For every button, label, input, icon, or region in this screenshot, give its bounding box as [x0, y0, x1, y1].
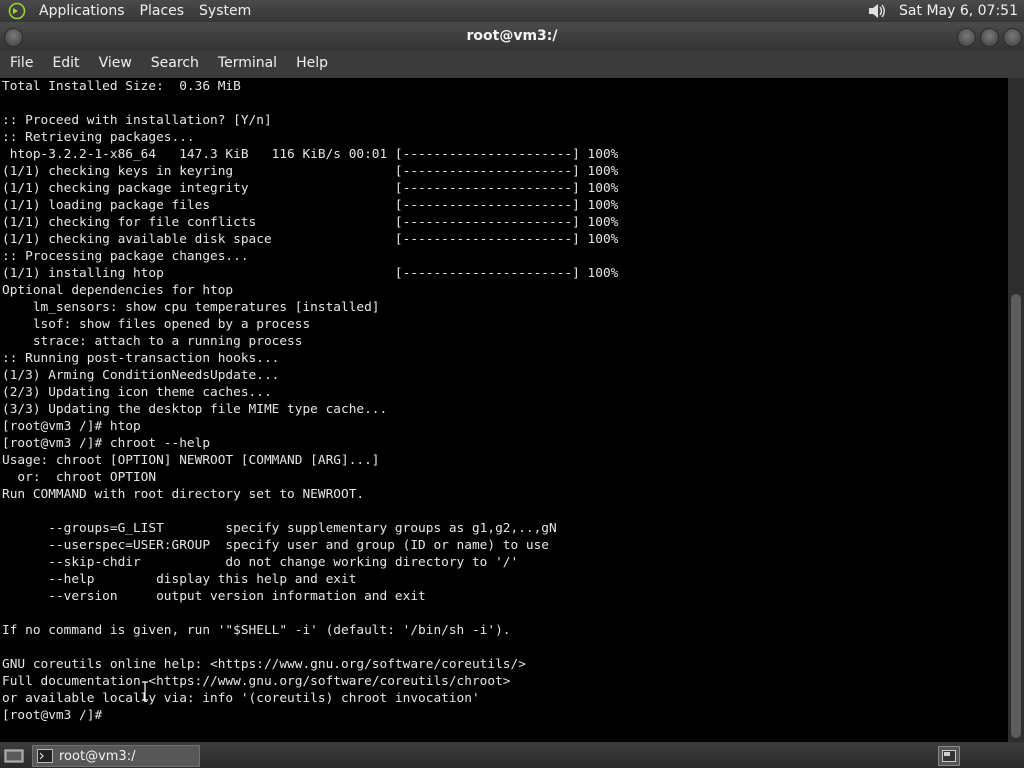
mouse-ibeam-icon — [140, 681, 150, 701]
distro-logo-icon[interactable] — [6, 1, 28, 21]
system-menu[interactable]: System — [192, 0, 259, 22]
show-desktop-icon[interactable] — [0, 744, 28, 768]
system-tray: Sat May 6, 07:51 — [865, 0, 1024, 22]
terminal-output[interactable]: Total Installed Size: 0.36 MiB :: Procee… — [0, 78, 1008, 742]
top-panel: Applications Places System Sat May 6, 07… — [0, 0, 1024, 22]
terminal-window: root@vm3:/ File Edit View Search Termina… — [0, 22, 1024, 744]
window-titlebar[interactable]: root@vm3:/ — [0, 22, 1024, 50]
volume-icon[interactable] — [865, 1, 889, 21]
maximize-button[interactable] — [980, 28, 999, 47]
menu-view[interactable]: View — [89, 50, 141, 76]
minimize-button[interactable] — [957, 28, 976, 47]
window-menu-button[interactable] — [4, 28, 23, 47]
terminal-scrollbar[interactable] — [1008, 78, 1024, 742]
menu-edit[interactable]: Edit — [42, 50, 88, 76]
menu-help[interactable]: Help — [286, 50, 337, 76]
menu-search[interactable]: Search — [141, 50, 208, 76]
terminal-icon — [37, 749, 53, 763]
scrollbar-thumb[interactable] — [1011, 294, 1021, 738]
applications-menu[interactable]: Applications — [32, 0, 133, 22]
taskbar-item-terminal[interactable]: root@vm3:/ — [32, 745, 200, 767]
window-title: root@vm3:/ — [466, 28, 558, 44]
menu-terminal[interactable]: Terminal — [208, 50, 286, 76]
clock[interactable]: Sat May 6, 07:51 — [889, 3, 1024, 19]
workspace-switcher-icon[interactable] — [938, 746, 960, 766]
places-menu[interactable]: Places — [133, 0, 193, 22]
menu-file[interactable]: File — [0, 50, 42, 76]
bottom-panel: root@vm3:/ — [0, 744, 1024, 768]
menubar: File Edit View Search Terminal Help — [0, 50, 1024, 76]
close-button[interactable] — [1003, 28, 1022, 47]
top-menu: Applications Places System — [0, 0, 259, 22]
terminal-text[interactable]: Total Installed Size: 0.36 MiB :: Procee… — [0, 78, 1008, 724]
taskbar-item-label: root@vm3:/ — [59, 748, 136, 764]
